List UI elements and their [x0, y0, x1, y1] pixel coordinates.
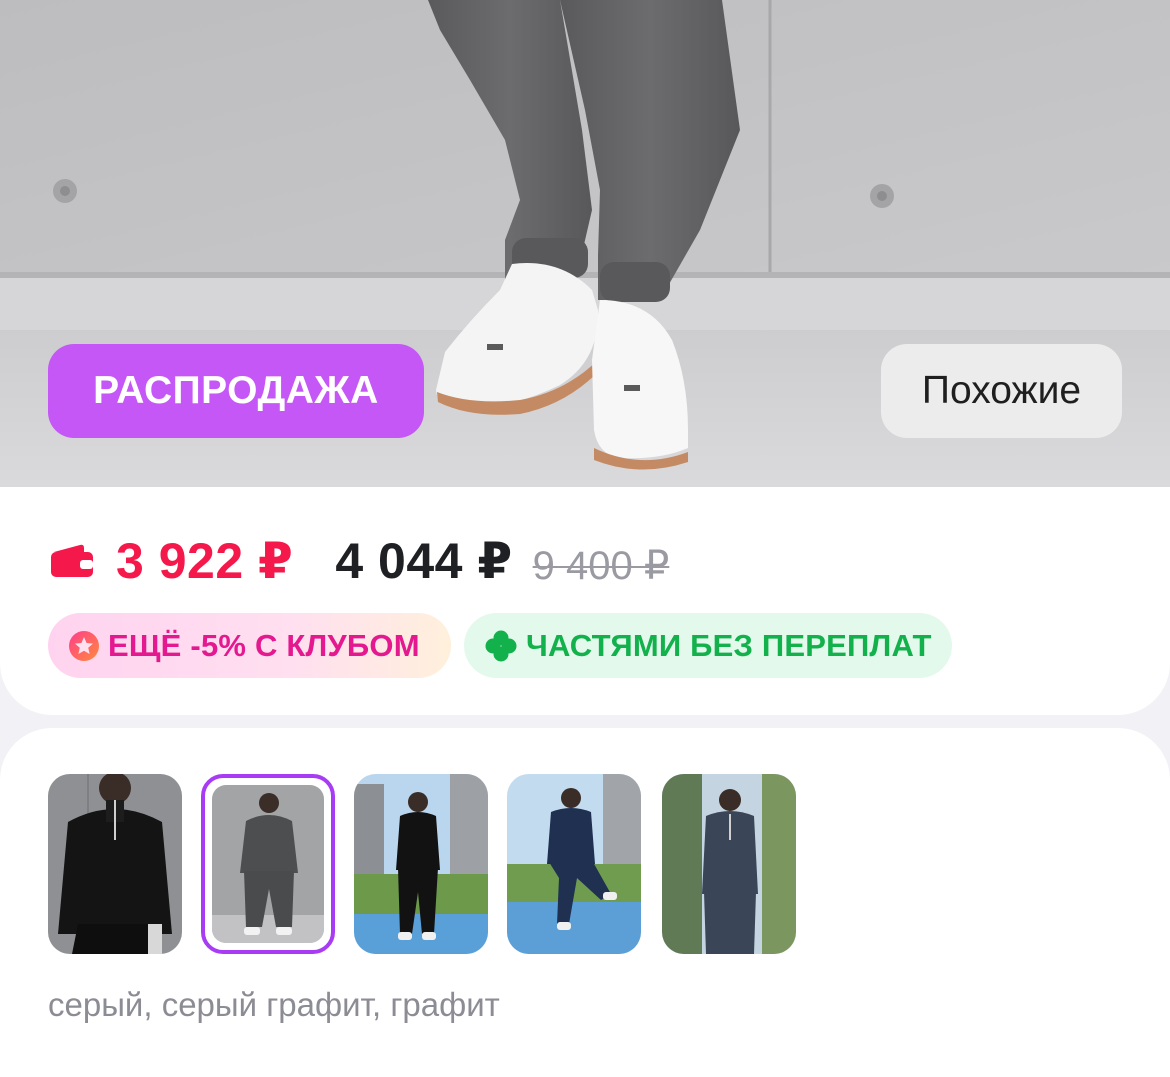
- installments-chip[interactable]: ЧАСТЯМИ БЕЗ ПЕРЕПЛАТ: [464, 613, 952, 678]
- sale-badge: РАСПРОДАЖА: [48, 344, 424, 438]
- installments-label: ЧАСТЯМИ БЕЗ ПЕРЕПЛАТ: [526, 627, 932, 663]
- color-caption: серый, серый графит, графит: [48, 986, 500, 1023]
- price-card: 3 922 ₽ 4 044 ₽ 9 400 ₽ ЕЩЁ -5% С КЛУБОМ: [0, 487, 1170, 715]
- clover-icon: [485, 630, 517, 661]
- current-price: 4 044 ₽: [335, 533, 513, 589]
- price-row: 3 922 ₽ 4 044 ₽ 9 400 ₽: [50, 531, 669, 591]
- club-discount-label: ЕЩЁ -5% С КЛУБОМ: [108, 627, 420, 663]
- wallet-price: 3 922 ₽: [116, 533, 294, 589]
- club-discount-chip[interactable]: ЕЩЁ -5% С КЛУБОМ: [48, 613, 451, 678]
- variant-image: [212, 785, 324, 943]
- club-star-icon: [69, 630, 99, 661]
- variant-image: [354, 774, 488, 954]
- variant-thumb-1[interactable]: [48, 774, 182, 954]
- variant-image: [662, 774, 796, 954]
- similar-products-button[interactable]: Похожие: [881, 344, 1122, 438]
- product-photo[interactable]: РАСПРОДАЖА Похожие: [0, 0, 1170, 487]
- old-price: 9 400 ₽: [532, 544, 670, 588]
- color-variants-card: серый, серый графит, графит: [0, 728, 1170, 1077]
- variant-image: [507, 774, 641, 954]
- variant-thumb-2-selected[interactable]: [201, 774, 335, 954]
- variant-thumb-3[interactable]: [354, 774, 488, 954]
- variant-thumb-4[interactable]: [507, 774, 641, 954]
- wallet-icon: [51, 544, 93, 577]
- variant-thumb-5[interactable]: [662, 774, 796, 954]
- promo-chips: ЕЩЁ -5% С КЛУБОМ ЧАСТЯМИ БЕЗ ПЕРЕПЛАТ: [48, 613, 952, 678]
- variant-image: [48, 774, 182, 954]
